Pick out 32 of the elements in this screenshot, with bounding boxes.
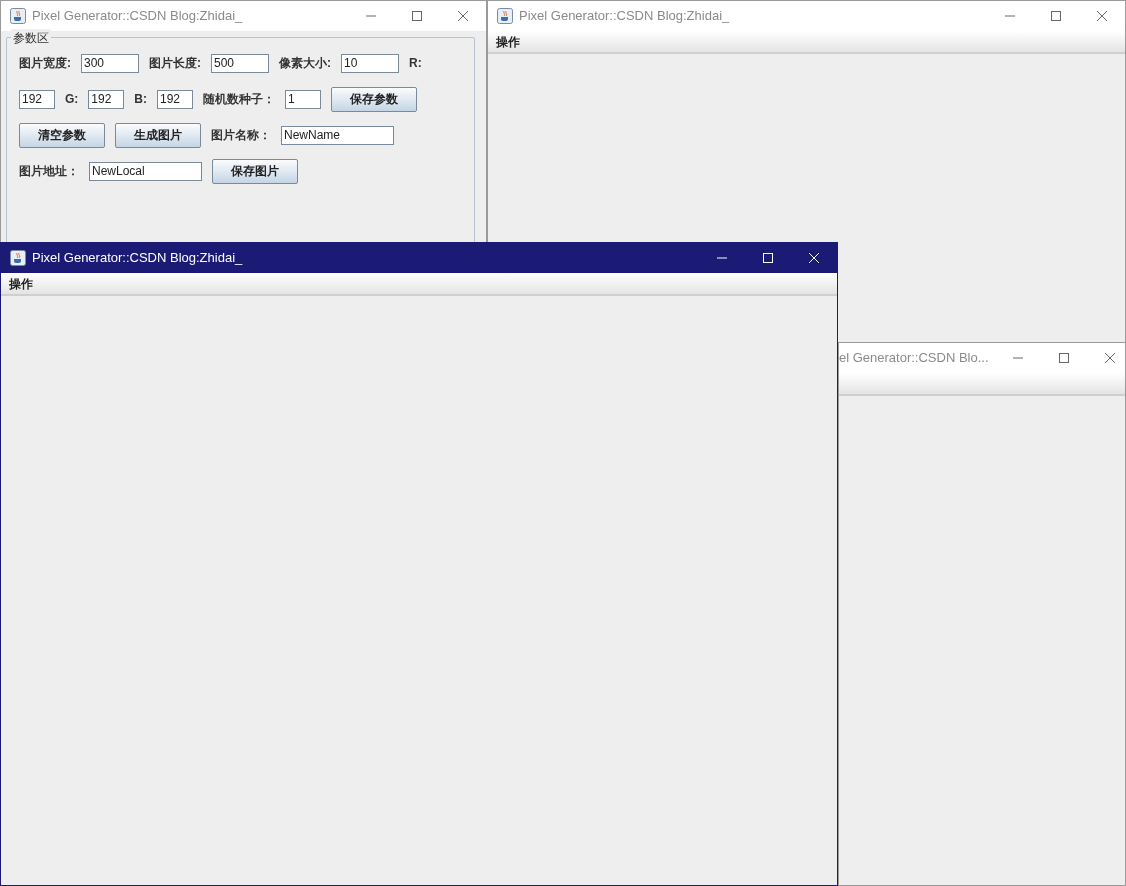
input-field[interactable]: 192 (19, 89, 55, 109)
window-title: Pixel Generator::CSDN Blog:Zhidai_ (32, 7, 244, 26)
action-button[interactable]: 生成图片 (115, 122, 201, 148)
input-field[interactable]: 192 (88, 89, 125, 109)
app-icon (10, 250, 26, 266)
input-field[interactable]: 300 (81, 53, 139, 73)
input-field[interactable]: NewLocal (89, 161, 202, 181)
input-field[interactable]: NewName (281, 125, 394, 145)
field-label: 像素大小: (279, 55, 331, 72)
field-label: 图片宽度: (19, 55, 71, 72)
window-title: Pixel Generator::CSDN Blog:Zhidai_ (519, 7, 731, 26)
field-label: B: (134, 91, 147, 108)
field-label: G: (65, 91, 79, 108)
input-field[interactable]: 192 (157, 89, 193, 109)
field-label: 图片长度: (149, 55, 201, 72)
field-label: 图片名称： (211, 127, 271, 144)
field-label: 随机数种子： (203, 91, 275, 108)
menu-item[interactable]: 操作 (7, 274, 35, 293)
action-button[interactable]: 保存参数 (331, 86, 417, 112)
input-field[interactable]: 1 (285, 89, 321, 109)
app-icon (10, 8, 26, 24)
menu-item[interactable]: 操作 (494, 32, 522, 51)
window-title: el Generator::CSDN Blo... (839, 349, 989, 368)
field-label: 图片地址： (19, 163, 79, 180)
action-button[interactable]: 保存图片 (212, 158, 298, 184)
input-field[interactable]: 10 (341, 53, 399, 73)
action-button[interactable]: 清空参数 (19, 122, 105, 148)
panel-legend: 参数区 (11, 29, 51, 47)
window-title: Pixel Generator::CSDN Blog:Zhidai_ (32, 249, 244, 268)
input-field[interactable]: 500 (211, 53, 269, 73)
field-label: R: (409, 55, 422, 72)
app-icon (497, 8, 513, 24)
